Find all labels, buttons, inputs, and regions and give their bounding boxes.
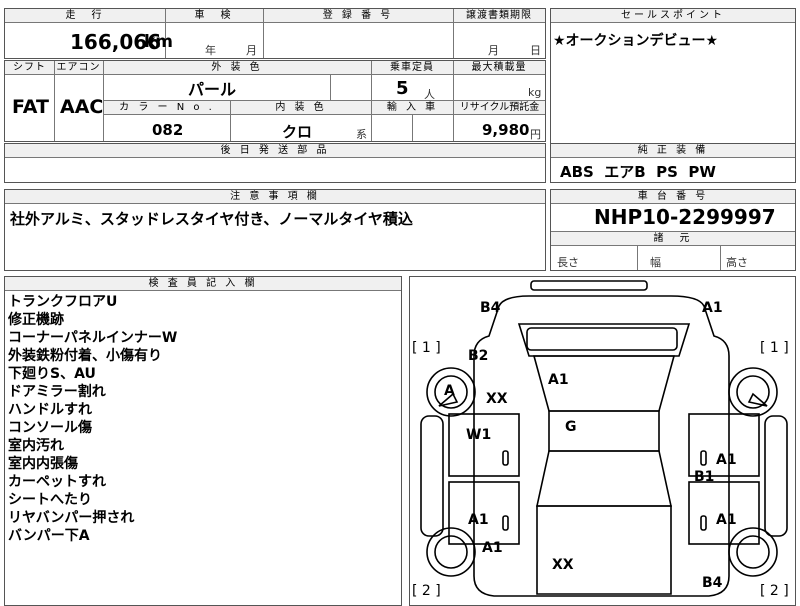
color-no-header: カ ラ ー N o . xyxy=(104,101,230,115)
inspector-line: コーナーパネルインナーW xyxy=(8,330,178,346)
inspector-line: 修正機跡 xyxy=(8,312,64,328)
sales-point-text: ★オークションデビュー★ xyxy=(553,33,719,49)
inspector-line: 室内汚れ xyxy=(8,438,64,454)
capacity-unit: 人 xyxy=(424,88,435,101)
height-label: 高さ xyxy=(726,256,748,269)
inspector-line: カーペットすれ xyxy=(8,474,106,490)
recycle-header: リサイクル預託金 xyxy=(454,101,545,115)
registration-header: 登 録 番 号 xyxy=(263,9,453,23)
inspector-line: シートへたり xyxy=(8,492,92,508)
chassis-header: 車 台 番 号 xyxy=(551,190,795,204)
damage-mark: B4 xyxy=(702,575,723,591)
dimensions-header: 諸 元 xyxy=(551,231,795,246)
damage-mark: B4 xyxy=(480,300,501,316)
interior-color-suffix: 系 xyxy=(356,128,367,141)
inspector-line: 室内内張傷 xyxy=(8,456,78,472)
inspector-line: ハンドルすれ xyxy=(8,402,92,418)
damage-mark: A1 xyxy=(468,512,489,528)
notes-header: 注 意 事 項 欄 xyxy=(5,190,545,204)
side-label-rear-right: [ 1 ] xyxy=(760,340,789,356)
capacity-header: 乗車定員 xyxy=(371,61,453,75)
damage-mark: B1 xyxy=(694,469,715,485)
interior-color-header: 内 装 色 xyxy=(231,101,371,115)
max-load-header: 最大積載量 xyxy=(453,61,545,75)
aircon-header: エアコン xyxy=(54,61,103,75)
chassis-number: NHP10-2299997 xyxy=(594,205,776,229)
equipment-header: 純 正 装 備 xyxy=(551,144,795,158)
inspector-line: 外装鉄粉付着、小傷有り xyxy=(8,348,162,364)
capacity-value: 5 xyxy=(396,78,409,99)
damage-mark: A1 xyxy=(548,372,569,388)
inspector-line: 下廻りS、AU xyxy=(8,366,96,382)
damage-mark: XX xyxy=(486,391,508,407)
recycle-value: 9,980 xyxy=(482,121,530,139)
shift-header: シフト xyxy=(5,61,54,75)
color-no-value: 082 xyxy=(152,121,184,139)
damage-mark: A1 xyxy=(716,512,737,528)
transfer-day-label: 日 xyxy=(530,44,541,57)
inspector-line: バンパー下A xyxy=(8,528,90,544)
side-label-rear-left: [ 1 ] xyxy=(412,340,441,356)
inspection-header: 車 検 xyxy=(165,9,263,23)
equipment-text: ABS エアB PS PW xyxy=(560,163,716,181)
side-label-front-left: [ 2 ] xyxy=(412,583,441,599)
later-parts-header: 後 日 発 送 部 品 xyxy=(5,144,545,158)
damage-mark: W1 xyxy=(466,427,492,443)
side-label-front-right: [ 2 ] xyxy=(760,583,789,599)
damage-mark: A xyxy=(444,383,455,399)
aircon-value: AAC xyxy=(60,96,104,118)
interior-color-value: クロ xyxy=(282,123,313,141)
inspector-line: コンソール傷 xyxy=(8,420,92,436)
inspector-header: 検 査 員 記 入 欄 xyxy=(5,277,401,291)
exterior-color-header: 外 装 色 xyxy=(103,61,371,75)
exterior-color-value: パール xyxy=(188,80,237,99)
notes-text: 社外アルミ、スタッドレスタイヤ付き、ノーマルタイヤ積込 xyxy=(10,210,413,228)
inspector-lines: トランクフロアU 修正機跡 コーナーパネルインナーW 外装鉄粉付着、小傷有り 下… xyxy=(8,293,177,545)
mileage-header: 走 行 xyxy=(5,9,165,23)
damage-mark: XX xyxy=(552,557,574,573)
max-load-unit: kg xyxy=(528,86,542,99)
inspection-month-label: 月 xyxy=(246,44,257,57)
inspector-line: トランクフロアU xyxy=(8,294,118,310)
shift-value: FAT xyxy=(12,96,49,118)
transfer-month-label: 月 xyxy=(488,44,499,57)
inspector-line: リヤバンパー押され xyxy=(8,510,135,526)
sales-point-box xyxy=(550,8,796,144)
inspector-line: ドアミラー割れ xyxy=(8,384,106,400)
damage-mark: B2 xyxy=(468,348,489,364)
damage-mark: A1 xyxy=(702,300,723,316)
import-header: 輸 入 車 xyxy=(372,101,453,115)
recycle-unit: 円 xyxy=(530,128,541,141)
transfer-deadline-header: 譲渡書類期限 xyxy=(453,9,545,23)
sales-point-header: セールスポイント xyxy=(551,9,795,23)
damage-mark: A1 xyxy=(716,452,737,468)
mileage-unit: km xyxy=(144,32,174,52)
damage-mark: G xyxy=(565,419,577,435)
width-label: 幅 xyxy=(650,256,661,269)
damage-mark: A1 xyxy=(482,540,503,556)
inspection-year-label: 年 xyxy=(205,44,216,57)
length-label: 長さ xyxy=(557,256,579,269)
